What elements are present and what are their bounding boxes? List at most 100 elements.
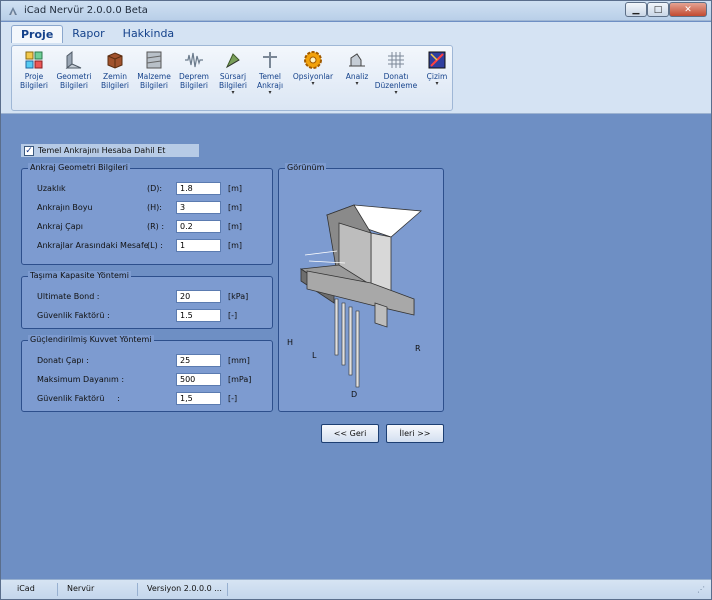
distance-unit: [m]	[228, 184, 243, 193]
anchor-spacing-input[interactable]	[176, 239, 221, 252]
tab-hakkinda[interactable]: Hakkinda	[114, 25, 184, 43]
project-info-label: Proje Bilgileri	[19, 72, 49, 90]
ribbon: Proje Rapor Hakkinda Proje Bilgileri Geo…	[1, 22, 711, 114]
surcharge-button[interactable]: Sürsarj Bilgileri ▾	[215, 50, 251, 96]
soil-button[interactable]: Zemin Bilgileri	[98, 50, 132, 90]
anchor-diameter-label: Ankraj Çapı	[37, 222, 83, 231]
soil-icon	[107, 52, 123, 69]
rebar-diameter-unit: [mm]	[228, 356, 250, 365]
surcharge-dropdown-icon: ▾	[231, 89, 235, 96]
rebar-dropdown-icon: ▾	[394, 89, 398, 96]
rebar-diameter-label: Donatı Çapı :	[37, 356, 89, 365]
analysis-dropdown-icon: ▾	[355, 80, 359, 87]
earthquake-icon	[185, 52, 203, 68]
anchor-form-panel: ✓ Temel Ankrajını Hesaba Dahil Et Ankraj…	[11, 118, 454, 457]
anchor-diameter-unit: [m]	[228, 222, 243, 231]
status-separator	[227, 583, 228, 596]
options-dropdown-icon: ▾	[311, 80, 315, 87]
geometry-label: Geometri Bilgileri	[56, 72, 92, 90]
retaining-wall-anchor-diagram: H L R D	[287, 204, 422, 399]
capacity-safety-factor-unit: [-]	[228, 311, 238, 320]
anchor-diameter-symbol: (R) :	[147, 222, 165, 231]
tab-rapor[interactable]: Rapor	[63, 25, 113, 43]
material-icon	[146, 51, 162, 69]
material-label: Malzeme Bilgileri	[137, 72, 171, 90]
diagram-label-r: R	[415, 344, 421, 353]
capacity-method-group: Taşıma Kapasite Yöntemi Ultimate Bond : …	[21, 271, 273, 329]
max-strength-input[interactable]	[176, 373, 221, 386]
tab-proje[interactable]: Proje	[11, 25, 64, 43]
anchor-length-input[interactable]	[176, 201, 221, 214]
project-info-button[interactable]: Proje Bilgileri	[16, 50, 52, 90]
next-button[interactable]: İleri >>	[386, 424, 444, 443]
earthquake-button[interactable]: Deprem Bilgileri	[176, 50, 212, 90]
reinforced-safety-factor-input[interactable]	[176, 392, 221, 405]
resize-grip-icon[interactable]: ⋰	[697, 585, 705, 594]
surcharge-icon	[225, 53, 240, 69]
ultimate-bond-unit: [kPa]	[228, 292, 249, 301]
anchor-spacing-label: Ankrajlar Arasındaki Mesafe	[37, 241, 149, 250]
soil-label: Zemin Bilgileri	[100, 72, 130, 90]
status-module: Nervür	[67, 584, 95, 593]
distance-label: Uzaklık	[37, 184, 66, 193]
diagram-label-h: H	[287, 338, 293, 347]
analysis-button[interactable]: Analiz ▾	[342, 50, 372, 87]
geometry-icon	[65, 50, 82, 70]
anchor-length-symbol: (H):	[147, 203, 162, 212]
include-anchor-checkbox[interactable]: ✓	[24, 145, 34, 156]
geometry-button[interactable]: Geometri Bilgileri	[56, 50, 92, 90]
reinforced-group-title: Güçlendirilmiş Kuvvet Yöntemi	[28, 335, 154, 344]
close-button[interactable]: ✕	[669, 2, 707, 17]
status-separator	[137, 583, 138, 596]
rebar-label: Donatı Düzenleme	[374, 72, 418, 90]
app-window: iCad Nervür 2.0.0.0 Beta ▁ □ ✕ Proje Rap…	[0, 0, 712, 600]
anchor-length-label: Ankrajın Boyu	[37, 203, 93, 212]
capacity-safety-factor-input[interactable]	[176, 309, 221, 322]
geometry-group-title: Ankraj Geometri Bilgileri	[28, 163, 130, 172]
anchor-length-unit: [m]	[228, 203, 243, 212]
options-gear-icon	[304, 51, 322, 69]
material-button[interactable]: Malzeme Bilgileri	[136, 50, 172, 90]
diagram-label-l: L	[312, 351, 317, 360]
minimize-button[interactable]: ▁	[625, 2, 647, 17]
rebar-diameter-input[interactable]	[176, 354, 221, 367]
rebar-button[interactable]: Donatı Düzenleme ▾	[374, 50, 418, 96]
max-strength-label: Maksimum Dayanım :	[37, 375, 125, 384]
drawing-dropdown-icon: ▾	[435, 80, 439, 87]
window-title: iCad Nervür 2.0.0.0 Beta	[24, 5, 148, 16]
preview-group: Görünüm H L R D	[278, 163, 444, 412]
geometry-group: Ankraj Geometri Bilgileri Uzaklık (D): […	[21, 163, 273, 265]
status-bar: iCad Nervür Versiyon 2.0.0.0 ... ⋰	[1, 579, 711, 599]
reinforced-safety-factor-label: Güvenlik Faktörü :	[37, 394, 120, 403]
anchor-diameter-input[interactable]	[176, 220, 221, 233]
ultimate-bond-input[interactable]	[176, 290, 221, 303]
anchor-button[interactable]: Temel Ankrajı ▾	[255, 50, 285, 96]
app-logo-icon	[9, 7, 17, 15]
maximize-icon: □	[653, 4, 663, 15]
back-button[interactable]: << Geri	[321, 424, 379, 443]
project-info-icon	[25, 51, 43, 69]
maximize-button[interactable]: □	[647, 2, 669, 17]
anchor-spacing-symbol: (L) :	[147, 241, 163, 250]
drawing-icon	[428, 51, 446, 69]
ribbon-tabs: Proje Rapor Hakkinda	[11, 25, 183, 43]
include-anchor-checkbox-row[interactable]: ✓ Temel Ankrajını Hesaba Dahil Et	[21, 144, 199, 157]
status-version: Versiyon 2.0.0.0 ...	[147, 584, 222, 593]
options-button[interactable]: Opsiyonlar ▾	[290, 50, 336, 87]
status-separator	[57, 583, 58, 596]
anchor-icon	[263, 52, 277, 68]
ribbon-panel-proje: Proje Bilgileri Geometri Bilgileri Zemin…	[11, 45, 453, 111]
close-icon: ✕	[684, 4, 692, 15]
drawing-button[interactable]: Çizim ▾	[424, 50, 450, 87]
analysis-icon	[349, 53, 365, 67]
include-anchor-label: Temel Ankrajını Hesaba Dahil Et	[38, 146, 166, 155]
reinforced-safety-factor-unit: [-]	[228, 394, 238, 403]
title-bar: iCad Nervür 2.0.0.0 Beta ▁ □ ✕	[1, 1, 711, 21]
distance-input[interactable]	[176, 182, 221, 195]
status-app: iCad	[17, 584, 35, 593]
anchor-label: Temel Ankrajı	[256, 72, 284, 90]
ultimate-bond-label: Ultimate Bond :	[37, 292, 100, 301]
surcharge-label: Sürsarj Bilgileri	[218, 72, 248, 90]
capacity-group-title: Taşıma Kapasite Yöntemi	[28, 271, 131, 280]
distance-symbol: (D):	[147, 184, 163, 193]
